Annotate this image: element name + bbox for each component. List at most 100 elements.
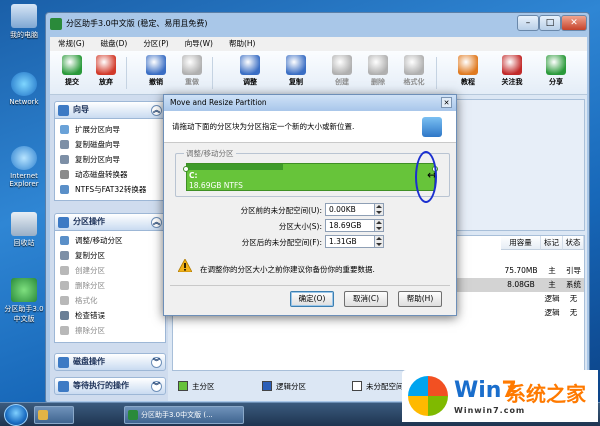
desktop-icon-label: Internet Explorer [9,172,39,188]
cross-icon [96,55,116,75]
sidebar-item-format[interactable]: 格式化 [55,293,165,308]
dialog-separator [170,285,450,286]
toolbar-create-button[interactable]: 创建 [326,55,358,87]
spinner-arrows-icon[interactable] [375,219,384,232]
col-header-flag[interactable]: 标记 [541,236,563,250]
desktop-icon-recycle-bin[interactable]: 回收站 [4,212,44,248]
help-button[interactable]: 帮助(H) [398,291,442,307]
field-label: 分区前的未分配空间(U): [240,206,322,215]
col-header-status[interactable]: 状态 [563,236,584,250]
spinner-arrows-icon[interactable] [375,235,384,248]
toolbar-delete-button[interactable]: 删除 [362,55,394,87]
sidebar-item-copy-partition[interactable]: 复制分区 [55,248,165,263]
desktop-icon-partition-assistant[interactable]: 分区助手3.0中文版 [2,278,46,324]
pending-ops-icon [58,381,69,392]
network-icon [11,72,37,96]
wizard-section-header[interactable]: 向导 ︽ [54,101,166,119]
window-title: 分区助手3.0中文版 (稳定、易用且免费) [66,19,208,28]
sidebar-item-ntfs-fat32-converter[interactable]: NTFS与FAT32转换器 [55,182,165,197]
used-space-fill [187,164,284,170]
sidebar-item-delete-partition[interactable]: 删除分区 [55,278,165,293]
recycle-bin-icon [11,212,37,236]
spinner-arrows-icon[interactable] [375,203,384,216]
desktop-icon-label: 回收站 [13,239,35,247]
sidebar-item-create-partition[interactable]: 创建分区 [55,263,165,278]
field-label: 分区大小(S): [278,222,322,231]
partition-size-label: 18.69GB NTFS [189,181,243,190]
unallocated-after-input[interactable]: 1.31GB [325,235,375,248]
warning-icon [178,259,192,272]
format-disk-icon [404,55,424,75]
chevron-down-icon[interactable]: ︾ [151,357,162,368]
watermark-brand-cn: 系统之家 [506,382,586,406]
cancel-button[interactable]: 取消(C) [344,291,388,307]
sidebar-item-extend-wizard[interactable]: 扩展分区向导 [55,122,165,137]
menu-general[interactable]: 常规(G) [50,37,93,51]
disk-ops-icon [58,357,69,368]
close-button[interactable]: ✕ [561,15,587,31]
watermark-url: Winwin7.com [454,406,526,415]
chevron-up-icon[interactable]: ︽ [151,105,162,116]
partition-block[interactable]: C: 18.69GB NTFS [186,163,435,191]
menu-help[interactable]: 帮助(H) [221,37,264,51]
sidebar-item-copy-partition-wizard[interactable]: 复制分区向导 [55,152,165,167]
desktop-icon-network[interactable]: Network [4,72,44,106]
create-disk-icon [332,55,352,75]
partition-size-input[interactable]: 18.69GB [325,219,375,232]
toolbar-follow-button[interactable]: 关注我 [496,55,528,87]
dialog-title-bar[interactable]: Move and Resize Partition [164,95,456,111]
sidebar-item-wipe-partition[interactable]: 擦除分区 [55,323,165,338]
toolbar-separator [126,57,127,89]
partition-ops-icon [58,217,69,228]
desktop-icon-my-computer[interactable]: 我的电脑 [4,4,44,40]
left-panel: 向导 ︽ 扩展分区向导 复制磁盘向导 复制分区向导 动态磁盘转换器 NTFS与F… [50,95,168,401]
toolbar-tutorial-button[interactable]: 教程 [452,55,484,87]
col-header-used[interactable]: 用容量 [501,236,541,250]
field-size: 分区大小(S): 18.69GB [164,219,456,233]
maximize-button[interactable]: □ [539,15,561,31]
chevron-down-icon[interactable]: ︾ [151,381,162,392]
toolbar-resize-button[interactable]: 调整 [234,55,266,87]
partition-ops-section-header[interactable]: 分区操作 ︽ [54,213,166,231]
desktop-icon-label: Network [9,98,39,106]
toolbar-share-button[interactable]: 分享 [540,55,572,87]
taskbar-task-partition-assistant[interactable]: 分区助手3.0中文版 (... [124,406,244,424]
sidebar-item-resize-move[interactable]: 调整/移动分区 [55,233,165,248]
toolbar-commit-button[interactable]: 提交 [56,55,88,87]
desktop-icon-ie[interactable]: Internet Explorer [4,146,44,188]
menu-disk[interactable]: 磁盘(D) [93,37,136,51]
desktop-icon-label: 我的电脑 [10,31,38,39]
taskbar-quicklaunch[interactable] [34,406,74,424]
left-drag-handle[interactable] [183,166,189,172]
group-label: 调整/移动分区 [184,148,236,159]
sidebar-item-dynamic-disk-converter[interactable]: 动态磁盘转换器 [55,167,165,182]
copy-partition-icon [60,251,69,260]
start-button[interactable] [4,404,28,426]
chevron-up-icon[interactable]: ︽ [151,217,162,228]
toolbar-format-button[interactable]: 格式化 [398,55,430,87]
menu-bar: 常规(G) 磁盘(D) 分区(P) 向导(W) 帮助(H) [50,37,587,51]
toolbar-undo-button[interactable]: 撤销 [140,55,172,87]
toolbar-separator [212,57,213,89]
unallocated-before-input[interactable]: 0.00KB [325,203,375,216]
minimize-button[interactable]: – [517,15,539,31]
resize-partition-icon [60,236,69,245]
dialog-close-button[interactable]: ✕ [441,97,452,108]
warning-text: 在调整你的分区大小之前你建议你备份你的重要数据. [200,265,375,274]
copy-disk-icon [60,140,69,149]
disk-ops-section-header[interactable]: 磁盘操作 ︾ [54,353,166,371]
menu-partition[interactable]: 分区(P) [135,37,176,51]
window-title-bar[interactable]: 分区助手3.0中文版 (稳定、易用且免费) [46,13,589,37]
toolbar-discard-button[interactable]: 放弃 [90,55,122,87]
move-resize-dialog: Move and Resize Partition ✕ 请拖动下面的分区块为分区… [163,94,457,316]
share-icon [546,55,566,75]
toolbar-copy-button[interactable]: 复制 [280,55,312,87]
sidebar-item-check-errors[interactable]: 检查错误 [55,308,165,323]
menu-wizard[interactable]: 向导(W) [177,37,221,51]
pending-ops-section-header[interactable]: 等待执行的操作 ︾ [54,377,166,395]
toolbar-redo-button[interactable]: 重做 [176,55,208,87]
ok-button[interactable]: 确定(O) [290,291,334,307]
explorer-icon [38,410,48,420]
sidebar-item-copy-disk-wizard[interactable]: 复制磁盘向导 [55,137,165,152]
desktop-icon-label: 分区助手3.0中文版 [4,305,44,323]
